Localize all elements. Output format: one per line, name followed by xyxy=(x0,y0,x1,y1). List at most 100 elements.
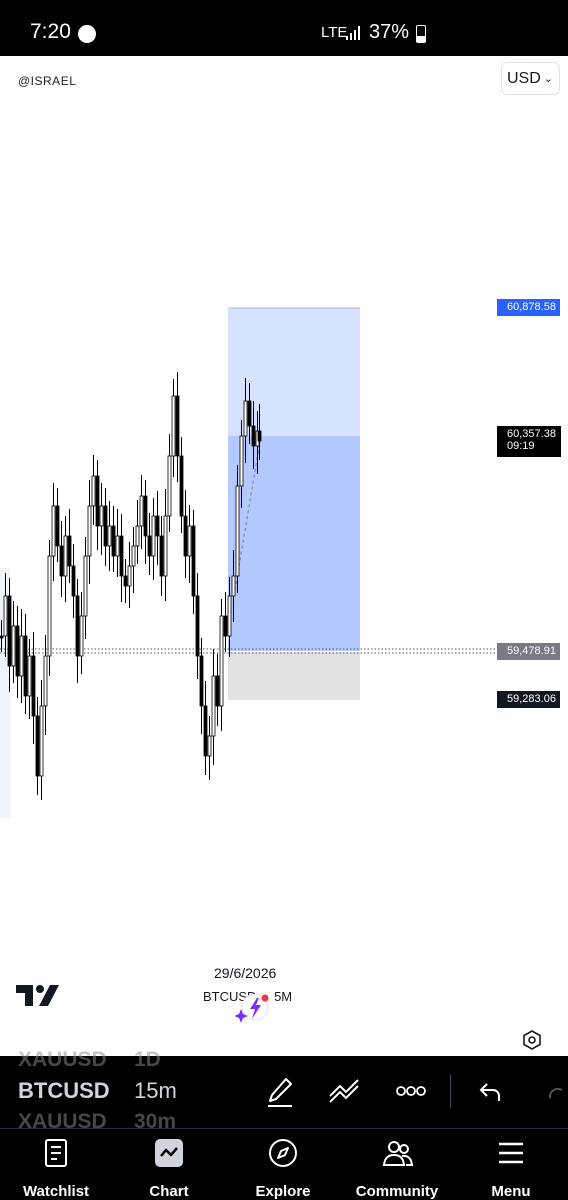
candles xyxy=(0,372,262,800)
candle-body xyxy=(35,715,40,777)
candle-body xyxy=(171,395,176,457)
candle-body xyxy=(31,655,36,717)
candle-body xyxy=(103,505,108,547)
candle-body xyxy=(243,400,248,437)
prev-symbol[interactable]: XAUUSD xyxy=(18,1048,107,1072)
candle-body xyxy=(211,675,216,737)
nav-explore-label: Explore xyxy=(255,1183,311,1200)
nav-community-label: Community xyxy=(355,1183,439,1200)
candle-body xyxy=(215,675,220,707)
redo-icon[interactable] xyxy=(548,1086,568,1100)
candle-body xyxy=(119,535,124,577)
candle-body xyxy=(115,535,120,557)
price-tag-entry: 59,478.91 xyxy=(497,643,560,660)
current-price: 60,357.38 xyxy=(507,428,556,440)
price-tag-stop: 59,283.06 xyxy=(497,691,560,708)
candle-body xyxy=(19,635,24,677)
undo-icon[interactable] xyxy=(478,1081,502,1103)
bar-countdown: 09:19 xyxy=(507,440,535,452)
nav-menu-label: Menu xyxy=(491,1183,531,1200)
candle-body xyxy=(191,525,196,597)
candlestick-chart[interactable] xyxy=(0,56,496,1056)
signal-icon xyxy=(346,26,360,40)
symbol-selector[interactable]: BTCUSD xyxy=(18,1078,110,1104)
chart-settings-icon[interactable] xyxy=(522,1030,542,1050)
candle-body xyxy=(67,535,72,567)
candle-body xyxy=(83,555,88,617)
candle-body xyxy=(257,430,262,442)
candle-body xyxy=(51,505,56,557)
clock: 7:20 xyxy=(30,20,71,43)
indicators-icon[interactable] xyxy=(328,1078,362,1104)
candle-body xyxy=(203,705,208,757)
candle-body xyxy=(39,705,44,777)
candle-body xyxy=(23,635,28,697)
bottom-navigation: Watchlist Chart Explore Community Menu xyxy=(0,1128,568,1200)
candle-body xyxy=(175,395,180,457)
candle-body xyxy=(127,565,132,587)
candle-body xyxy=(179,455,184,517)
chart-toolbar: XAUUSD 1D BTCUSD 15m XAUUSD 30m xyxy=(0,1048,568,1133)
position-stop-zone[interactable] xyxy=(228,652,360,700)
watchlist-icon xyxy=(45,1139,67,1167)
candle-body xyxy=(139,495,144,527)
compass-icon xyxy=(269,1139,297,1167)
candle-body xyxy=(63,535,68,577)
candle-body xyxy=(87,505,92,557)
more-icon[interactable] xyxy=(396,1086,426,1096)
currency-selector[interactable]: USD ⌄ xyxy=(501,62,560,95)
status-bar: 7:20 LTE 37% xyxy=(0,0,568,56)
candle-body xyxy=(131,545,136,567)
candle-body xyxy=(219,615,224,707)
candle-body xyxy=(111,525,116,557)
candle-body xyxy=(247,400,252,427)
candle-body xyxy=(99,505,104,527)
candle-body xyxy=(231,575,236,597)
date-label: 29/6/2026 xyxy=(214,965,277,981)
candle-body xyxy=(199,655,204,707)
toolbar-divider xyxy=(450,1074,451,1108)
chart-area[interactable]: @ISRAEL USD ⌄ 60,878.58 60,357.38 09:19 … xyxy=(0,56,568,1056)
tradingview-logo xyxy=(16,985,59,1006)
candle-body xyxy=(27,655,32,697)
nav-watchlist-label: Watchlist xyxy=(22,1183,90,1200)
candle-body xyxy=(187,525,192,557)
candle-body xyxy=(183,515,188,557)
prev-interval[interactable]: 1D xyxy=(134,1048,161,1072)
candle-body xyxy=(147,535,152,557)
candle-body xyxy=(43,655,48,707)
interval-selector[interactable]: 15m xyxy=(134,1078,177,1104)
price-tag-current: 60,357.38 09:19 xyxy=(497,426,561,457)
ai-assistant-icon[interactable] xyxy=(235,994,271,1024)
candle-body xyxy=(123,575,128,587)
drawing-pencil-icon[interactable] xyxy=(266,1076,294,1108)
chevron-down-icon: ⌄ xyxy=(543,73,553,85)
candle-body xyxy=(3,595,8,637)
hamburger-menu-icon xyxy=(499,1142,523,1164)
candle-body xyxy=(15,625,20,677)
network-type: LTE xyxy=(321,24,348,41)
price-tag-target: 60,878.58 xyxy=(497,299,560,316)
community-icon xyxy=(382,1141,414,1166)
candle-body xyxy=(195,595,200,657)
candle-body xyxy=(155,515,160,537)
symbol-label-interval: 5M xyxy=(274,989,293,1004)
chart-icon xyxy=(155,1139,183,1167)
candle-body xyxy=(95,475,100,527)
position-profit-zone[interactable] xyxy=(228,436,360,651)
candle-body xyxy=(227,595,232,637)
candle-body xyxy=(143,495,148,537)
candle-body xyxy=(167,455,172,517)
candle-body xyxy=(7,595,12,667)
currency-label: USD xyxy=(507,70,541,87)
check-icon xyxy=(78,25,96,43)
candle-body xyxy=(239,435,244,487)
candle-body xyxy=(159,535,164,577)
candle-body xyxy=(135,525,140,547)
candle-body xyxy=(91,475,96,507)
candle-body xyxy=(11,625,16,667)
candle-body xyxy=(59,545,64,577)
candle-body xyxy=(47,555,52,657)
candle-body xyxy=(55,505,60,547)
candle-body xyxy=(163,515,168,577)
